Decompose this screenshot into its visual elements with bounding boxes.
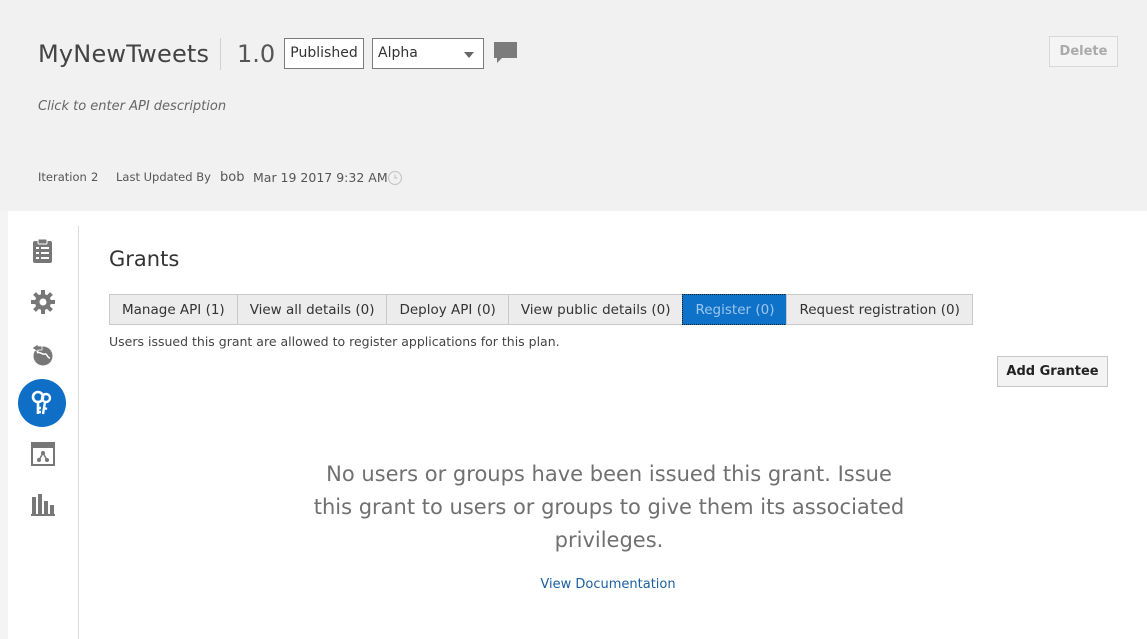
name-divider: [220, 38, 221, 70]
chevron-down-icon: [464, 52, 474, 58]
clipboard-icon[interactable]: [30, 238, 56, 264]
analytics-bar-chart-icon[interactable]: [30, 491, 56, 517]
page-title: Grants: [109, 247, 180, 271]
tab-register[interactable]: Register (0): [682, 294, 788, 325]
empty-state-message: No users or groups have been issued this…: [313, 462, 905, 552]
grant-tabs: Manage API (1) View all details (0) Depl…: [109, 294, 973, 325]
left-rail-divider: [78, 226, 79, 639]
keys-icon: [31, 390, 52, 415]
delete-button[interactable]: Delete: [1049, 36, 1118, 67]
api-description-field[interactable]: Click to enter API description: [38, 99, 226, 114]
view-documentation-link[interactable]: View Documentation: [470, 577, 746, 592]
tab-request-registration[interactable]: Request registration (0): [786, 294, 973, 325]
last-updated-time: Mar 19 2017 9:32 AM: [253, 170, 388, 185]
tab-manage-api[interactable]: Manage API (1): [109, 294, 238, 325]
api-version: 1.0: [237, 40, 276, 68]
last-updated-user: bob: [220, 170, 245, 185]
lifecycle-state-select[interactable]: Alpha: [372, 38, 484, 69]
content-panel: [8, 211, 1147, 639]
last-updated-label: Last Updated By: [116, 170, 211, 184]
globe-deploy-icon[interactable]: [30, 341, 56, 367]
tab-view-all-details[interactable]: View all details (0): [236, 294, 388, 325]
add-grantee-button[interactable]: Add Grantee: [997, 356, 1108, 387]
iteration-label: Iteration: [38, 170, 87, 184]
published-state-button[interactable]: Published: [284, 38, 364, 69]
tab-deploy-api[interactable]: Deploy API (0): [386, 294, 509, 325]
application-icon[interactable]: [30, 441, 56, 467]
nav-grants-active[interactable]: [18, 379, 66, 427]
tab-view-public-details[interactable]: View public details (0): [507, 294, 684, 325]
gear-icon[interactable]: [30, 289, 56, 315]
clock-icon[interactable]: [387, 170, 403, 186]
api-name[interactable]: MyNewTweets: [38, 40, 209, 68]
iteration-value: 2: [91, 170, 99, 184]
comment-icon[interactable]: [493, 41, 518, 65]
tab-description: Users issued this grant are allowed to r…: [109, 334, 560, 349]
state-select-value: Alpha: [378, 45, 418, 61]
